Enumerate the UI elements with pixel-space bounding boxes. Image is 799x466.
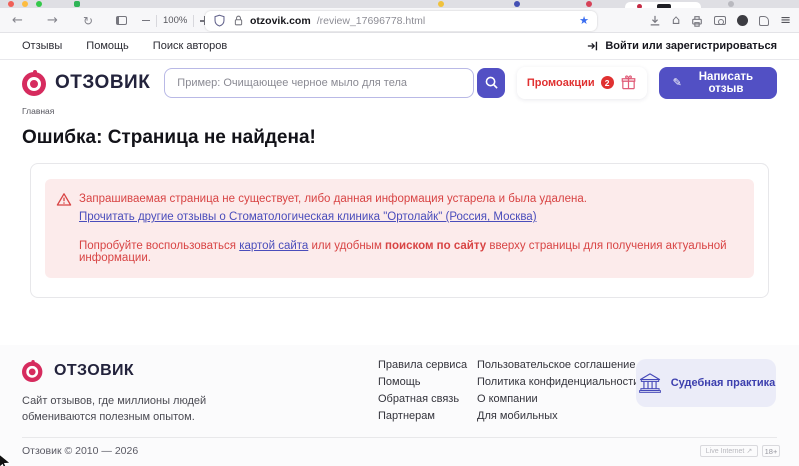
browser-tab-strip xyxy=(0,0,799,8)
menu-icon[interactable]: ≡ xyxy=(780,14,791,27)
other-reviews-link[interactable]: Прочитать другие отзывы о Стоматологичес… xyxy=(79,211,537,223)
zoom-controls: 100% xyxy=(142,8,209,33)
tip-bold-text: поиском по сайту xyxy=(385,240,486,252)
back-icon: ← xyxy=(12,13,23,28)
footer-link-help[interactable]: Помощь xyxy=(378,374,467,391)
browser-toolbar: ← → ↻ 100% otzovik.com/review_17696778.h… xyxy=(0,8,799,33)
url-host: otzovik.com xyxy=(250,15,311,27)
pencil-icon: ✎ xyxy=(673,76,682,89)
promo-label: Промоакции xyxy=(527,77,595,89)
page-title: Ошибка: Страница не найдена! xyxy=(0,116,799,149)
error-alert: Запрашиваемая страница не существует, ли… xyxy=(45,179,754,278)
write-review-button[interactable]: ✎ Написать отзыв xyxy=(659,67,777,99)
live-internet-badge[interactable]: Live Internet ↗ xyxy=(700,445,758,457)
footer-link-about-company[interactable]: О компании xyxy=(477,391,639,408)
site-footer: ОТЗОВИК Сайт отзывов, где миллионы людей… xyxy=(0,345,799,466)
footer-link-rules[interactable]: Правила сервиса xyxy=(378,357,467,374)
back-button[interactable]: ← xyxy=(12,8,23,33)
logo-text: ОТЗОВИК xyxy=(55,72,150,94)
copyright-text: Отзовик © 2010 — 2026 xyxy=(22,445,138,457)
external-arrow-icon: ↗ xyxy=(746,447,752,455)
live-internet-label: Live Internet xyxy=(706,448,745,455)
gift-icon xyxy=(620,74,637,91)
court-practice-label: Судебная практика xyxy=(671,377,776,389)
extension-dot-icon xyxy=(586,1,592,7)
reload-button[interactable]: ↻ xyxy=(83,8,93,33)
window-zoom-button[interactable] xyxy=(36,1,42,7)
footer-links-column-2: Пользовательское соглашение Политика кон… xyxy=(477,357,639,425)
nav-link-otzyvy[interactable]: Отзывы xyxy=(22,40,62,52)
footer-link-for-mobile[interactable]: Для мобильных xyxy=(477,408,639,425)
footer-link-partners[interactable]: Партнерам xyxy=(378,408,467,425)
sitemap-link[interactable]: картой сайта xyxy=(239,240,308,252)
login-label: Войти или зарегистрироваться xyxy=(605,40,777,52)
forward-icon: → xyxy=(47,13,58,28)
extension-dot-icon xyxy=(438,1,444,7)
court-practice-card[interactable]: Судебная практика xyxy=(636,359,776,407)
print-icon[interactable] xyxy=(691,15,703,27)
zoom-out-icon[interactable] xyxy=(142,20,150,22)
footer-divider xyxy=(22,437,777,438)
footer-link-user-agreement[interactable]: Пользовательское соглашение xyxy=(477,357,639,374)
site-header: ОТЗОВИК Промоакции 2 ✎ Написать отзыв xyxy=(0,60,799,105)
extension-dot-icon xyxy=(728,1,734,7)
footer-link-feedback[interactable]: Обратная связь xyxy=(378,391,467,408)
sidebar-toggle-button[interactable] xyxy=(116,8,127,33)
footer-tagline: Сайт отзывов, где миллионы людей обменив… xyxy=(22,393,206,425)
search-button[interactable] xyxy=(477,68,504,98)
download-icon[interactable] xyxy=(649,15,661,27)
error-message: Запрашиваемая страница не существует, ли… xyxy=(79,191,587,207)
search-icon xyxy=(484,75,499,90)
age-rating-badge: 18+ xyxy=(762,445,780,457)
breadcrumb[interactable]: Главная xyxy=(0,105,799,116)
browser-window: ← → ↻ 100% otzovik.com/review_17696778.h… xyxy=(0,0,799,466)
extension-icon[interactable] xyxy=(759,16,769,26)
screenshot-icon[interactable] xyxy=(714,16,726,25)
login-button[interactable]: Войти или зарегистрироваться xyxy=(587,40,777,52)
tip-text: или удобным xyxy=(308,240,385,252)
tip-text: Попробуйте воспользоваться xyxy=(79,240,239,252)
forward-button[interactable]: → xyxy=(47,8,58,33)
extension-dot-icon xyxy=(74,1,80,7)
shield-icon[interactable] xyxy=(213,14,226,27)
extension-icon[interactable] xyxy=(737,15,748,26)
nav-link-poisk-avtorov[interactable]: Поиск авторов xyxy=(153,40,227,52)
extension-dot-icon xyxy=(514,1,520,7)
footer-link-privacy-policy[interactable]: Политика конфиденциальности xyxy=(477,374,639,391)
footer-logo-text: ОТЗОВИК xyxy=(54,362,134,380)
otzovik-logo-icon xyxy=(22,360,44,382)
reload-icon: ↻ xyxy=(83,14,93,28)
home-icon[interactable]: ⌂ xyxy=(672,14,680,27)
mouse-cursor xyxy=(0,452,13,466)
bookmark-star-icon[interactable]: ★ xyxy=(579,15,589,26)
promo-count-badge: 2 xyxy=(601,76,614,89)
error-card: Запрашиваемая страница не существует, ли… xyxy=(30,163,769,298)
login-icon xyxy=(587,40,599,52)
divider xyxy=(193,15,194,27)
otzovik-logo-icon xyxy=(22,70,48,96)
url-path: /review_17696778.html xyxy=(317,15,426,27)
warning-triangle-icon xyxy=(56,192,72,207)
lock-icon[interactable] xyxy=(233,14,244,27)
search-input[interactable] xyxy=(164,68,474,98)
zoom-level[interactable]: 100% xyxy=(163,15,187,26)
nav-link-pomosch[interactable]: Помощь xyxy=(86,40,129,52)
footer-logo[interactable]: ОТЗОВИК xyxy=(22,358,134,384)
promo-button[interactable]: Промоакции 2 xyxy=(517,67,647,99)
site-navbar: Отзывы Помощь Поиск авторов Войти или за… xyxy=(0,33,799,60)
footer-links-column-1: Правила сервиса Помощь Обратная связь Па… xyxy=(378,357,467,425)
divider xyxy=(156,15,157,27)
write-review-label: Написать отзыв xyxy=(689,71,763,95)
window-minimize-button[interactable] xyxy=(22,1,28,7)
sidebar-icon xyxy=(116,16,127,25)
site-logo[interactable]: ОТЗОВИК xyxy=(22,70,150,96)
tagline-line: Сайт отзывов, где миллионы людей xyxy=(22,393,206,409)
courthouse-icon xyxy=(637,371,663,395)
toolbar-right-icons: ⌂ ≡ xyxy=(649,8,791,33)
tagline-line: обмениваются полезным опытом. xyxy=(22,409,206,425)
address-bar[interactable]: otzovik.com/review_17696778.html ★ xyxy=(205,11,597,31)
error-tip: Попробуйте воспользоваться картой сайта … xyxy=(79,240,738,264)
window-close-button[interactable] xyxy=(8,1,14,7)
